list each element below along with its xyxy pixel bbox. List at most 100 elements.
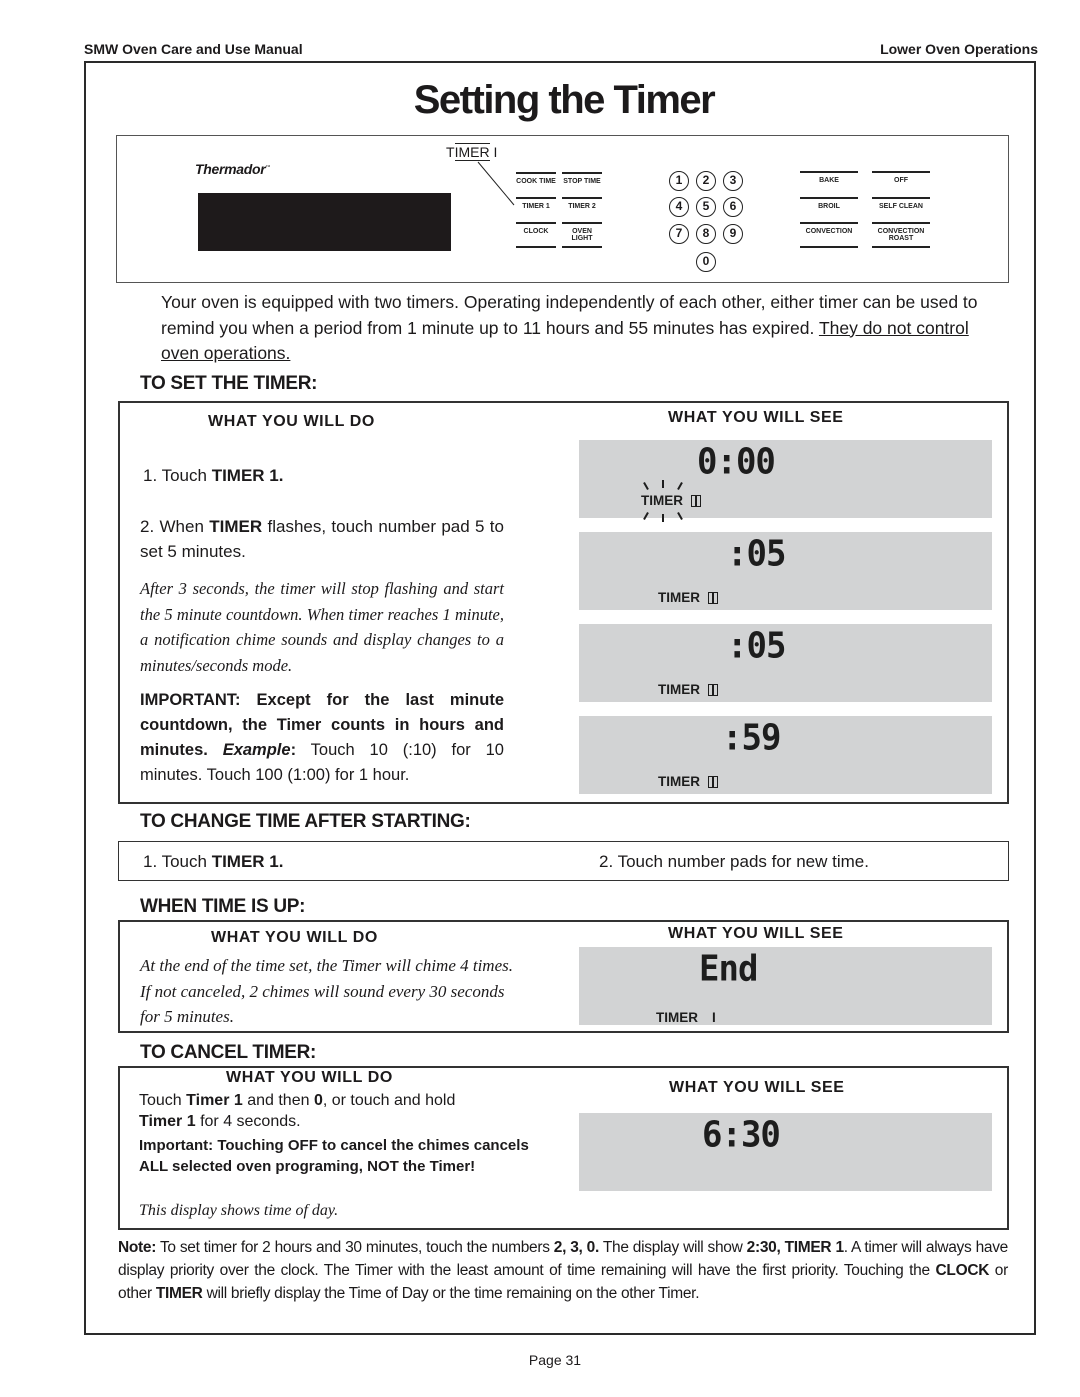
note-text: To set timer for 2 hours and 30 minutes,… [156,1239,554,1256]
time-up-see-heading: WHAT YOU WILL SEE [668,925,844,942]
flash-ray-icon [643,482,649,490]
timer-label: TIMER [658,590,700,605]
display-timer-label: TIMER [658,682,718,697]
brand-name: Thermador [195,161,266,177]
running-header-left: SMW Oven Care and Use Manual [84,41,303,57]
callout-prefix: T [446,144,455,160]
section-title-change-time: TO CHANGE TIME AFTER STARTING: [140,811,471,832]
section-title-time-up: WHEN TIME IS UP: [140,896,306,917]
page-title: Setting the Timer [413,78,716,122]
callout-suffix: I [489,144,498,160]
timer-1-badge-icon [708,684,718,696]
timer-label: TIMER [641,493,683,508]
cancel-see-heading: WHAT YOU WILL SEE [669,1079,845,1096]
step-text: 1. Touch [143,466,212,485]
cancel-do-heading: WHAT YOU WILL DO [226,1069,393,1086]
time-up-text: At the end of the time set, the Timer wi… [140,956,513,1026]
note-text: will briefly display the Time of Day or … [202,1285,700,1302]
lcd-display: :59 TIMER [579,716,992,794]
number-key-4[interactable]: 4 [669,197,689,217]
panel-key-convection-roast[interactable]: CONVECTION ROAST [872,222,930,248]
flash-ray-icon [677,482,683,490]
timer-label: TIMER [656,1010,698,1025]
note-lead: Note: [118,1239,157,1256]
note-bold: 2, 3, 0. [553,1239,600,1256]
timer-1-badge-icon [691,495,701,507]
time-up-display: End TIMER I [579,947,992,1025]
change-step-2: 2. Touch number pads for new time. [599,852,869,871]
step-bold: TIMER 1. [211,852,284,871]
timer-label: TIMER [658,774,700,789]
text: and then [242,1092,314,1109]
bold-text: Timer 1 [139,1113,196,1130]
note-text: The display will show [599,1239,747,1256]
section-title-set-timer: TO SET THE TIMER: [140,373,318,394]
panel-key-bake[interactable]: BAKE [800,171,858,193]
panel-key-clock[interactable]: CLOCK [516,222,556,248]
bold-text: Timer 1 [186,1092,243,1109]
timer-1-badge-icon [708,592,718,604]
number-key-8[interactable]: 8 [696,224,716,244]
display-timer-label: TIMER [641,493,701,508]
timer-label: TIMER [658,682,700,697]
text: Touch [139,1092,187,1109]
note-bold: CLOCK [935,1262,990,1279]
panel-key-broil[interactable]: BROIL [800,197,858,219]
panel-key-timer-1[interactable]: TIMER 1 [516,197,556,219]
section-title-cancel: TO CANCEL TIMER: [140,1042,317,1063]
flash-ray-icon [662,480,664,488]
display-digits: :59 [722,717,781,759]
display-timer-label: TIMER I [656,1010,716,1025]
display-timer-label: TIMER [658,774,718,789]
cancel-display: 6:30 [579,1113,992,1191]
panel-key-self-clean[interactable]: SELF CLEAN [872,197,930,219]
panel-key-off[interactable]: OFF [872,171,930,193]
number-key-5[interactable]: 5 [696,197,716,217]
step-text: 2. When [140,517,210,536]
number-key-9[interactable]: 9 [723,224,743,244]
cancel-display-note: This display shows time of day. [139,1202,339,1219]
display-digits: 0:00 [697,441,776,483]
running-header-right: Lower Oven Operations [880,41,1038,57]
set-timer-note: After 3 seconds, the timer will stop fla… [140,579,504,675]
number-key-3[interactable]: 3 [723,171,743,191]
display-timer-label: TIMER [658,590,718,605]
text: , or touch and hold [322,1092,456,1109]
display-digits: 6:30 [702,1114,781,1156]
step-bold: TIMER 1. [211,466,284,485]
panel-key-stop-time[interactable]: STOP TIME [562,172,602,194]
lcd-display: 0:00 TIMER [579,440,992,522]
cancel-line-1: Touch Timer 1 and then 0, or touch and h… [139,1090,455,1111]
display-digits: :05 [727,533,786,575]
lcd-display: :05 TIMER [579,624,992,702]
step-text: 1. Touch [143,852,212,871]
display-digits: :05 [727,625,786,667]
step-bold: TIMER [209,517,263,536]
panel-key-convection[interactable]: CONVECTION [800,222,858,248]
panel-key-cook-time[interactable]: COOK TIME [516,172,556,194]
bold-text: 0 [313,1092,323,1109]
number-key-7[interactable]: 7 [669,224,689,244]
timer-number: I [712,1010,716,1025]
set-step-2: 2. When TIMER flashes, touch number pad … [140,514,504,564]
set-timer-do-heading: WHAT YOU WILL DO [208,413,375,430]
flash-ray-icon [662,514,664,522]
set-timer-important: IMPORTANT: Except for the last minute co… [140,688,504,788]
intro-paragraph: Your oven is equipped with two timers. O… [161,290,991,367]
page-number: Page 31 [528,1352,582,1368]
change-step-1: 1. Touch TIMER 1. [143,849,283,874]
number-key-2[interactable]: 2 [696,171,716,191]
panel-key-timer-2[interactable]: TIMER 2 [562,197,602,219]
number-key-0[interactable]: 0 [696,252,716,272]
callout-middle: IMER [454,143,490,161]
set-step-1: 1. Touch TIMER 1. [143,463,283,488]
time-up-do-heading: WHAT YOU WILL DO [211,929,378,946]
panel-key-oven-light[interactable]: OVEN LIGHT [562,222,602,248]
number-key-6[interactable]: 6 [723,197,743,217]
callout-label: TIMER I [446,143,498,161]
note-bold: TIMER [155,1285,203,1302]
set-timer-see-heading: WHAT YOU WILL SEE [668,409,844,426]
cancel-important: Important: Touching OFF to cancel the ch… [139,1137,529,1175]
number-key-1[interactable]: 1 [669,171,689,191]
note-bold: 2:30, TIMER 1 [746,1239,844,1256]
